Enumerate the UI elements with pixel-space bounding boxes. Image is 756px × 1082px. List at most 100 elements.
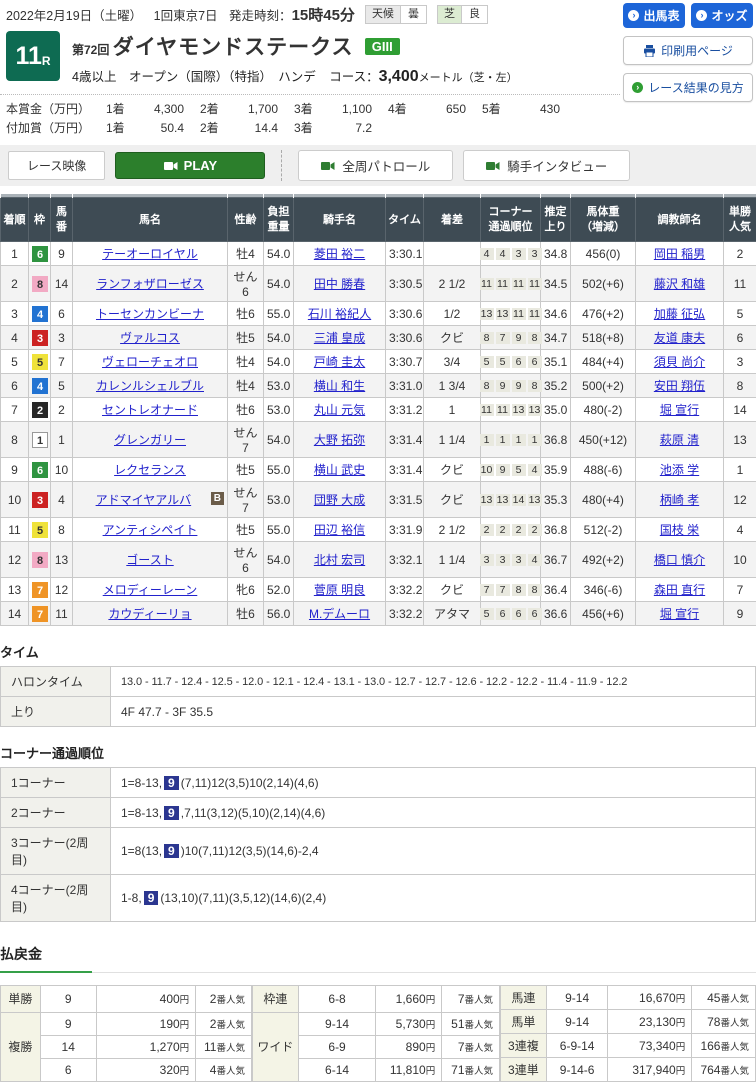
corner-order-text: )10(7,11)12(3,5)(14,6)-2,4 [181,844,319,858]
trainer-link[interactable]: 堀 宣行 [660,403,699,417]
bet-type-label: 枠連 [253,986,299,1012]
jockey-link[interactable]: 戸崎 圭太 [314,355,365,369]
race-number: 11 [15,42,41,71]
jockey-link[interactable]: 北村 宏司 [314,553,365,567]
trainer-link[interactable]: 友道 康夫 [654,331,705,345]
horse-name-link[interactable]: カウディーリョ [108,607,191,621]
corner-pos: 6 [528,608,542,620]
horse-name-link[interactable]: アンティシペイト [103,523,198,537]
margin: 1 [424,398,481,422]
corner-pos: 8 [528,380,542,392]
trainer-link[interactable]: 加藤 征弘 [654,307,705,321]
bet-type-label: 単勝 [1,986,41,1012]
finish-time: 3:30.1 [386,242,424,266]
body-weight: 484(+4) [571,350,636,374]
bracket-cell: 7 [29,578,51,602]
horse-name-link[interactable]: ゴースト [126,553,173,567]
jockey-link[interactable]: 三浦 皇成 [314,331,365,345]
margin: 1 1/4 [424,422,481,458]
corner-order-text: ,7,11(3,12)(5,10)(2,14)(4,6) [181,806,326,820]
sex-age: 牡5 [228,458,264,482]
corner-pos: 8 [512,584,526,596]
horse-name-link[interactable]: ヴェローチェオロ [102,355,198,369]
jockey-interview-button[interactable]: 騎手インタビュー [463,150,630,181]
estimated-agari: 34.7 [541,326,571,350]
horse-name-link[interactable]: テーオーロイヤル [102,247,198,261]
payout-amount: 317,940円 [608,1058,692,1082]
jockey-link[interactable]: 横山 武史 [314,463,365,477]
corner-section-heading: コーナー通過順位 [0,743,756,762]
estimated-agari: 36.8 [541,518,571,542]
agari-label: 上り [1,697,111,727]
result-row: 11 5 8 アンティシペイト 牡5 55.0 田辺 裕信 3:31.9 2 1… [1,518,756,542]
jockey-link[interactable]: 菱田 裕二 [314,247,365,261]
jockey-link[interactable]: M.デムーロ [309,607,370,621]
sex-age: 牡6 [228,398,264,422]
result-guide-button[interactable]: › レース結果の見方 [623,73,753,102]
corner-pos: 8 [528,584,542,596]
finish-position: 12 [1,542,29,578]
horse-name-link[interactable]: アドマイヤアルバ [96,493,192,507]
result-row: 1 6 9 テーオーロイヤル 牡4 54.0 菱田 裕二 3:30.1 4 4 … [1,242,756,266]
horse-name-link[interactable]: ランフォザローゼス [96,277,204,291]
jockey-link[interactable]: 石川 裕紀人 [308,307,371,321]
trainer-link[interactable]: 安田 翔伍 [654,379,705,393]
divider [281,150,282,181]
trainer-link[interactable]: 国枝 栄 [660,523,699,537]
sex-age: せん7 [228,422,264,458]
jockey-link[interactable]: 団野 大成 [314,493,365,507]
trainer-link[interactable]: 池添 学 [660,463,699,477]
finish-position: 1 [1,242,29,266]
trainer-link[interactable]: 橋口 慎介 [654,553,705,567]
odds-button[interactable]: › オッズ [691,3,753,28]
prize-value: 430 [516,100,576,119]
horse-name-link[interactable]: グレンガリー [114,433,186,447]
patrol-video-button[interactable]: 全周パトロール [298,150,453,181]
payout-popularity: 4番人気 [196,1059,252,1082]
print-page-button[interactable]: 印刷用ページ [623,36,753,65]
estimated-agari: 35.1 [541,350,571,374]
horse-name-link[interactable]: ヴァルコス [120,331,180,345]
corner-pos: 13 [496,308,510,320]
trainer-link[interactable]: 岡田 稲男 [654,247,705,261]
trainer-link[interactable]: 森田 直行 [654,583,705,597]
weather-label: 天候 [366,6,401,23]
corner-pos: 3 [496,554,510,566]
finish-position: 3 [1,302,29,326]
corner-pos: 11 [512,278,526,290]
corner-order-cell: 8 7 9 8 [481,326,541,350]
jockey-link[interactable]: 田辺 裕信 [314,523,365,537]
result-row: 7 2 2 セントレオナード 牡6 53.0 丸山 元気 3:31.2 1 11… [1,398,756,422]
jockey-link[interactable]: 菅原 明良 [314,583,365,597]
horse-name-link[interactable]: レクセランス [114,463,186,477]
payout-amount: 400円 [96,986,196,1012]
trainer-link[interactable]: 藤沢 和雄 [654,277,705,291]
shutsuba-button[interactable]: › 出馬表 [623,3,685,28]
margin: アタマ [424,602,481,626]
horse-name-link[interactable]: メロディーレーン [103,583,198,597]
estimated-agari: 36.4 [541,578,571,602]
blinker-badge: B [211,492,224,505]
trainer-link[interactable]: 須貝 尚介 [654,355,705,369]
result-row: 4 3 3 ヴァルコス 牡5 54.0 三浦 皇成 3:30.6 クビ 8 7 … [1,326,756,350]
trainer-link[interactable]: 萩原 清 [660,433,699,447]
jockey-link[interactable]: 横山 和生 [314,379,365,393]
result-row: 10 3 4 アドマイヤアルバ B せん7 53.0 団野 大成 3:31.5 … [1,482,756,518]
play-button[interactable]: PLAY [115,152,265,179]
jockey-link[interactable]: 大野 拓弥 [314,433,365,447]
trainer-link[interactable]: 柄崎 孝 [660,493,699,507]
horse-name-link[interactable]: セントレオナード [102,403,198,417]
jockey-link[interactable]: 田中 勝春 [314,277,365,291]
corner-order-cell: 11 11 13 13 [481,398,541,422]
trainer-cell: 池添 学 [636,458,724,482]
trainer-link[interactable]: 堀 宣行 [660,607,699,621]
finish-time: 3:31.0 [386,374,424,398]
corner-pos: 1 [496,434,510,446]
jockey-cell: 戸崎 圭太 [294,350,386,374]
horse-name-link[interactable]: カレンルシェルブル [96,379,204,393]
horse-name-link[interactable]: トーセンカンビーナ [96,307,204,321]
jockey-link[interactable]: 丸山 元気 [314,403,365,417]
patrol-video-label: 全周パトロール [342,156,430,175]
payout-combo: 6-9-14 [546,1034,608,1058]
margin: クビ [424,578,481,602]
